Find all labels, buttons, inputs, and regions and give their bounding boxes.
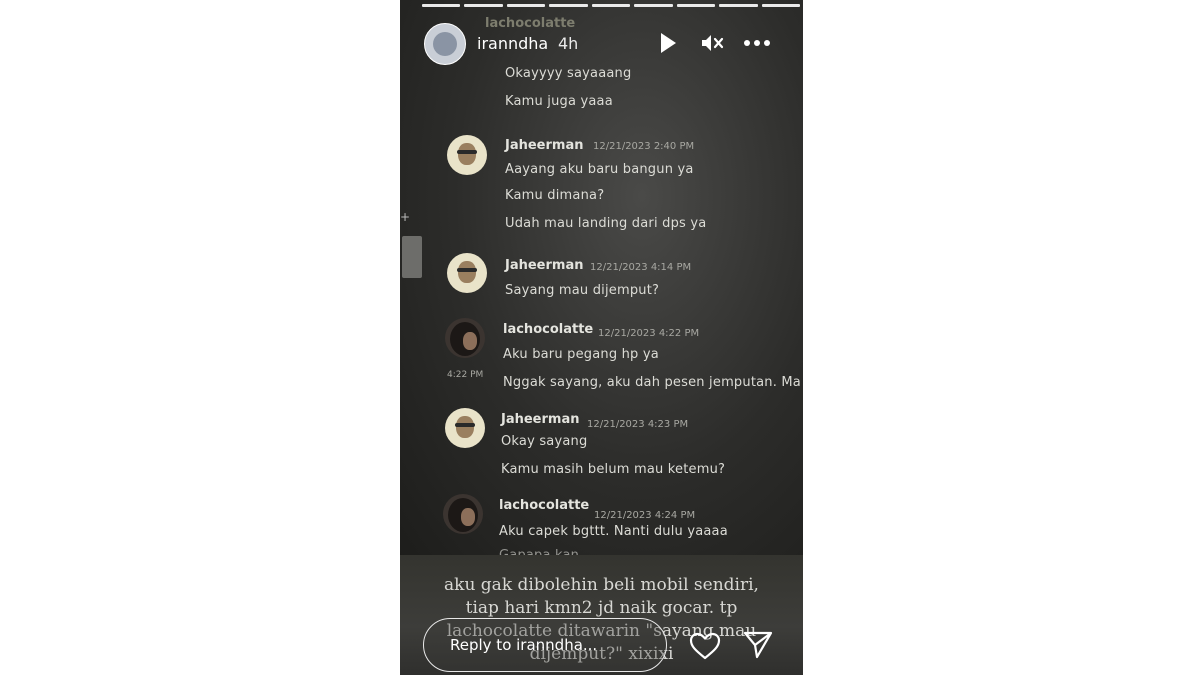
caption-line: aku gak dibolehin beli mobil sendiri, [444,575,759,595]
chat-message: Nggak sayang, aku dah pesen jemputan. Ma [503,375,801,390]
chat-author: Jaheerman [505,138,584,153]
chat-author: lachocolatte [503,322,594,337]
chat-message: Okay sayang [501,434,588,449]
scrollbar-thumb [402,236,422,278]
avatar-jaheerman [445,408,485,448]
profile-avatar[interactable] [424,23,466,65]
reply-input[interactable]: Reply to iranndha... [423,618,667,672]
story-time: 4h [558,34,579,53]
progress-segment [676,4,716,7]
chat-timestamp: 12/21/2023 4:23 PM [587,419,689,430]
heart-icon[interactable] [689,632,721,660]
chat-timestamp: 12/21/2023 2:40 PM [593,141,695,152]
chat-author: Jaheerman [505,258,584,273]
more-icon[interactable] [742,34,772,52]
avatar-lachocolatte [443,494,483,534]
plus-icon: + [400,210,411,224]
story-viewer: + Okayyyy sayaaang Kamu juga yaaa Jaheer… [400,0,803,675]
progress-segment [634,4,673,7]
chat-message: Aku capek bgttt. Nanti dulu yaaaa [499,524,728,539]
story-header: lachocolatte iranndha 4h [400,16,803,70]
chat-message: Sayang mau dijemput? [505,283,660,298]
progress-segment [719,4,758,7]
mute-icon[interactable] [700,32,724,54]
chat-message: Kamu juga yaaa [505,94,613,109]
send-icon[interactable] [742,630,774,660]
avatar-jaheerman [447,135,487,175]
progress-segment [549,4,588,7]
chat-timestamp: 12/21/2023 4:14 PM [590,262,692,273]
story-photo: + Okayyyy sayaaang Kamu juga yaaa Jaheer… [400,0,803,560]
progress-segment [591,4,631,7]
chat-message: Udah mau landing dari dps ya [505,216,707,231]
chat-message: Aku baru pegang hp ya [503,347,659,362]
progress-segment [422,4,461,7]
avatar-jaheerman [447,253,487,293]
chat-message: Kamu masih belum mau ketemu? [501,462,726,477]
ghost-header-text: lachocolatte [485,16,576,31]
play-icon[interactable] [658,32,678,54]
progress-segment [464,4,503,7]
chat-side-time: 4:22 PM [447,370,484,380]
chat-timestamp: 12/21/2023 4:22 PM [598,328,700,339]
story-username[interactable]: iranndha [477,34,548,53]
chat-timestamp: 12/21/2023 4:24 PM [594,510,696,521]
caption-line: tiap hari kmn2 jd naik gocar. tp [465,598,738,618]
chat-author: lachocolatte [499,498,590,513]
avatar-lachocolatte [445,318,485,358]
chat-message: Aayang aku baru bangun ya [505,162,694,177]
chat-author: Jaheerman [501,412,580,427]
chat-message: Kamu dimana? [505,188,605,203]
progress-segment [761,4,800,7]
story-progress [422,4,802,7]
progress-segment [506,4,546,7]
reply-placeholder: Reply to iranndha... [450,636,598,654]
